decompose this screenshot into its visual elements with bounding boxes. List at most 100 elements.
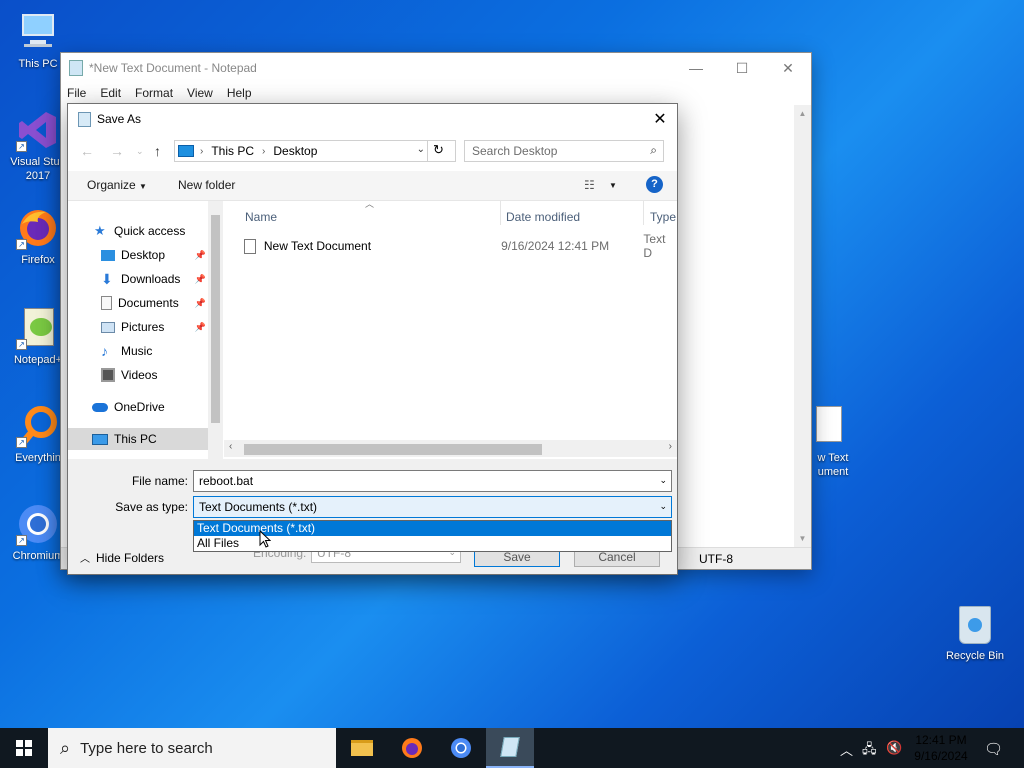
taskbar-chromium[interactable] [437, 728, 485, 768]
dialog-close-button[interactable]: ✕ [643, 104, 677, 134]
nav-item-videos[interactable]: Videos [68, 364, 208, 386]
chevron-up-icon: ︿ [80, 554, 90, 565]
mouse-cursor-icon [259, 530, 271, 548]
recent-locations-chevron-icon[interactable]: ⌄ [136, 146, 144, 157]
close-button[interactable]: ✕ [765, 53, 811, 83]
music-icon: ♪ [101, 343, 108, 359]
column-divider[interactable] [643, 201, 644, 225]
chevron-down-icon[interactable]: ⌄ [659, 501, 667, 512]
nav-item-documents[interactable]: Documents 📌 [68, 292, 208, 314]
help-icon[interactable]: ? [646, 176, 663, 193]
scroll-up-icon[interactable]: ▲ [794, 105, 811, 122]
nav-item-quick-access[interactable]: ★ Quick access [68, 220, 208, 242]
menu-view[interactable]: View [187, 86, 213, 100]
breadcrumb-this-pc[interactable]: This PC [211, 144, 254, 158]
file-row[interactable]: New Text Document 9/16/2024 12:41 PM Tex… [244, 232, 677, 260]
back-arrow-icon[interactable]: ← [80, 143, 94, 159]
save-as-type-select[interactable]: Text Documents (*.txt) ⌄ [193, 496, 672, 518]
hide-folders-label: Hide Folders [96, 551, 165, 565]
dialog-bottom-panel: File name: reboot.bat ⌄ Save as type: Te… [68, 459, 677, 574]
network-icon[interactable]: 🖧 [862, 740, 877, 762]
taskbar-file-explorer[interactable] [338, 728, 386, 768]
taskbar-firefox[interactable] [388, 728, 436, 768]
notepad-vertical-scrollbar[interactable]: ▲ ▼ [794, 105, 811, 547]
taskbar-search-box[interactable]: ⌕ Type here to search [48, 728, 336, 768]
taskbar-notepad[interactable] [486, 728, 534, 768]
nav-item-this-pc[interactable]: This PC [68, 428, 208, 450]
clock-time: 12:41 PM [915, 733, 967, 747]
minimize-button[interactable]: — [673, 53, 719, 83]
file-name-field[interactable]: reboot.bat ⌄ [193, 470, 672, 492]
nav-item-label: Music [121, 344, 153, 358]
file-name-label: File name: [131, 474, 188, 488]
notepad-menu-bar: File Edit Format View Help [61, 83, 811, 103]
scroll-down-icon[interactable]: ▼ [794, 530, 811, 547]
chevron-down-icon: ▼ [139, 182, 147, 191]
column-header-type[interactable]: Type [650, 210, 676, 224]
chevron-up-icon[interactable]: ︿ [840, 740, 853, 759]
star-icon: ★ [94, 223, 106, 238]
volume-muted-icon[interactable]: 🔇 [886, 740, 902, 756]
nav-item-label: Downloads [121, 272, 181, 286]
recycle-bin-icon [953, 602, 997, 646]
documents-icon [101, 296, 112, 310]
breadcrumb-separator-icon[interactable]: › [262, 146, 265, 157]
notepad-title: *New Text Document - Notepad [89, 61, 257, 75]
up-arrow-icon[interactable]: ↑ [154, 143, 161, 159]
start-button[interactable] [0, 728, 48, 768]
column-header-date-modified[interactable]: Date modified [506, 210, 580, 224]
address-bar[interactable]: › This PC › Desktop ⌄ [174, 140, 456, 162]
nav-pane-scrollbar[interactable] [208, 201, 223, 459]
firefox-icon: ↗ [16, 206, 60, 250]
view-dropdown-icon[interactable]: ▼ [609, 181, 617, 190]
view-options-icon[interactable]: ☷ [584, 178, 595, 192]
search-icon: ⌕ [60, 737, 71, 758]
save-as-type-value: Text Documents (*.txt) [199, 500, 318, 514]
save-as-dialog[interactable]: Save As ✕ ← → ⌄ ↑ › This PC › Desktop ⌄ … [67, 103, 678, 575]
menu-format[interactable]: Format [135, 86, 173, 100]
dialog-title-bar[interactable]: Save As [68, 104, 677, 134]
nav-item-pictures[interactable]: Pictures 📌 [68, 316, 208, 338]
breadcrumb-desktop[interactable]: Desktop [273, 144, 317, 158]
search-icon: ⌕ [650, 143, 657, 157]
nav-item-label: Quick access [114, 224, 186, 238]
scrollbar-thumb[interactable] [211, 215, 220, 423]
computer-icon [178, 145, 194, 157]
scrollbar-thumb[interactable] [244, 444, 542, 455]
organize-button[interactable]: Organize ▼ [87, 178, 147, 192]
forward-arrow-icon[interactable]: → [110, 143, 124, 159]
nav-item-downloads[interactable]: ⬇ Downloads 📌 [68, 268, 208, 290]
search-input[interactable]: Search Desktop ⌕ [464, 140, 664, 162]
nav-item-music[interactable]: ♪ Music [68, 340, 208, 362]
refresh-icon[interactable]: ↻ [427, 140, 449, 162]
file-list-horizontal-scrollbar[interactable]: ‹ › [224, 440, 677, 457]
taskbar-search-placeholder: Type here to search [80, 739, 213, 757]
hide-folders-button[interactable]: ︿ Hide Folders [80, 550, 164, 565]
address-dropdown-icon[interactable]: ⌄ [417, 144, 425, 155]
menu-help[interactable]: Help [227, 86, 252, 100]
taskbar-clock[interactable]: 12:41 PM 9/16/2024 [906, 732, 976, 764]
navigation-bar: ← → ⌄ ↑ › This PC › Desktop ⌄ ↻ Search D… [68, 137, 677, 167]
notification-icon[interactable]: 🗨 [984, 740, 1003, 758]
nav-item-onedrive[interactable]: OneDrive [68, 396, 208, 418]
new-folder-button[interactable]: New folder [178, 178, 235, 192]
scroll-left-icon[interactable]: ‹ [229, 441, 232, 452]
chevron-down-icon[interactable]: ⌄ [659, 475, 667, 486]
clock-date: 9/16/2024 [914, 749, 968, 763]
column-divider[interactable] [500, 201, 501, 225]
maximize-button[interactable]: ☐ [719, 53, 765, 83]
menu-file[interactable]: File [67, 86, 86, 100]
chromium-icon: ↗ [16, 502, 60, 546]
breadcrumb-separator-icon[interactable]: › [200, 146, 203, 157]
file-name-value: reboot.bat [199, 474, 254, 488]
menu-edit[interactable]: Edit [100, 86, 121, 100]
computer-icon [92, 433, 108, 445]
windows-logo-icon [16, 740, 32, 756]
nav-item-desktop[interactable]: Desktop 📌 [68, 244, 208, 266]
desktop-icon-recycle-bin[interactable]: Recycle Bin [939, 602, 1011, 663]
nav-item-label: OneDrive [114, 400, 165, 414]
folder-icon [351, 740, 373, 756]
scroll-right-icon[interactable]: › [669, 441, 672, 452]
organize-label: Organize [87, 178, 136, 192]
column-header-name[interactable]: Name [245, 210, 277, 224]
